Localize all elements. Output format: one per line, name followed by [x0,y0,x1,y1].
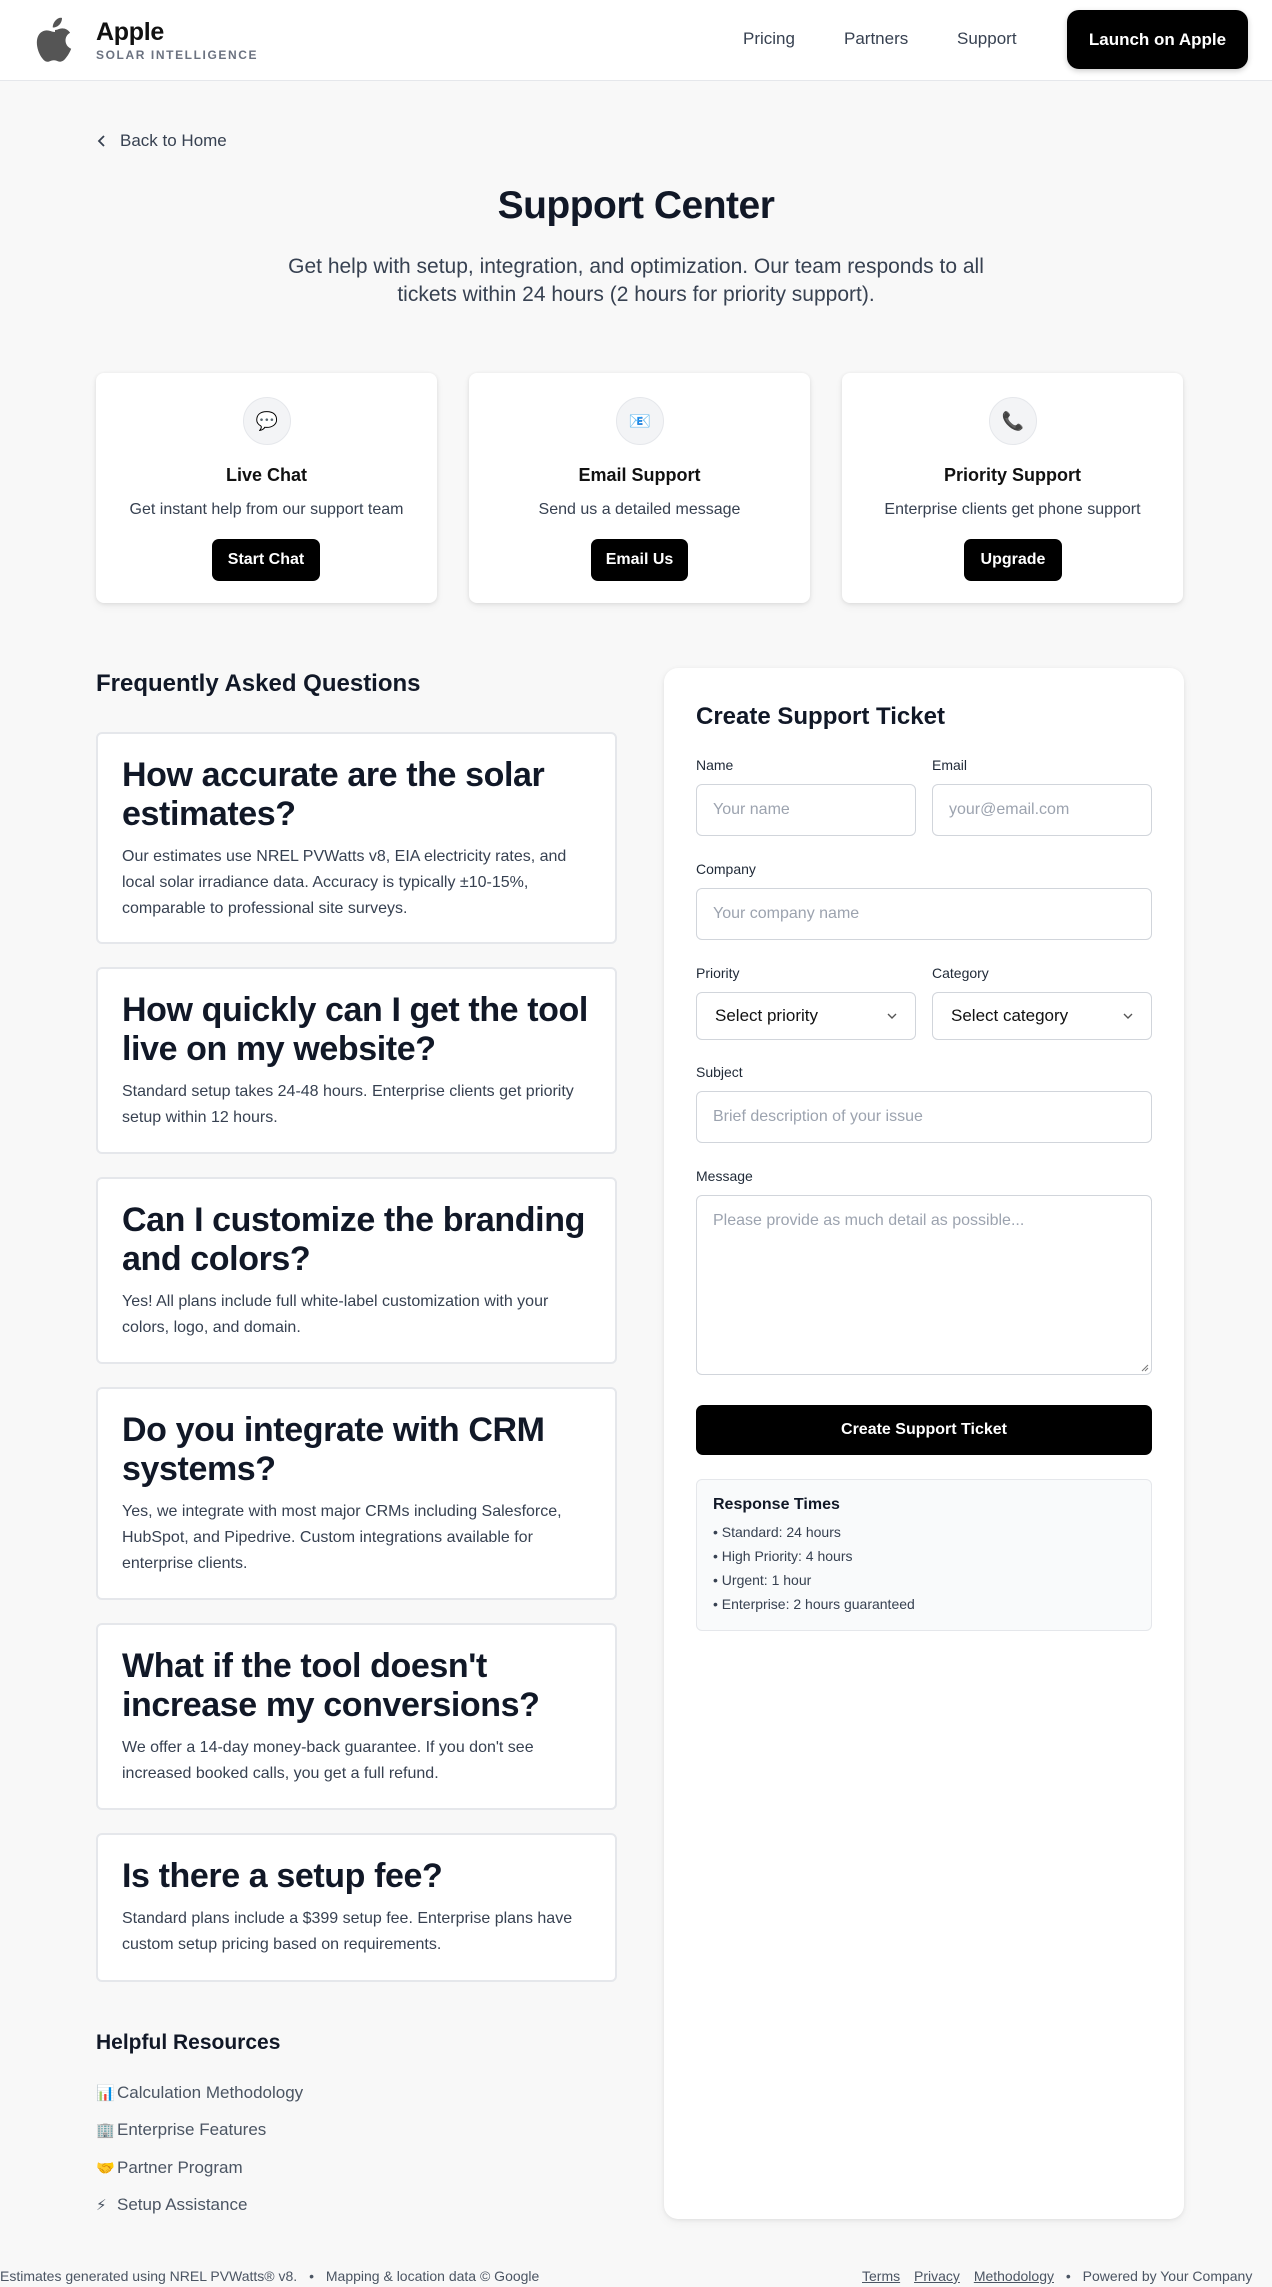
faq-question: Do you integrate with CRM systems? [122,1411,545,1488]
resource-link-methodology[interactable]: 📊 Calculation Methodology [96,2083,303,2103]
upgrade-button[interactable]: Upgrade [964,539,1062,581]
card-title: Live Chat [225,465,308,485]
create-ticket-button[interactable]: Create Support Ticket [696,1405,1152,1455]
resource-label: Enterprise Features [117,2120,267,2139]
brand-tagline: SOLAR INTELLIGENCE [96,48,259,62]
resource-label: Partner Program [117,2158,243,2177]
footer-pvwatts-note: Estimates generated using NREL PVWatts® … [0,2268,298,2284]
response-times-box: Response Times • Standard: 24 hours • Hi… [696,1479,1152,1631]
footer-attribution: Estimates generated using NREL PVWatts® … [0,2268,539,2284]
faq-item: How quickly can I get the tool live on m… [96,967,617,1154]
message-placeholder: Please provide as much detail as possibl… [713,1212,1025,1229]
faq-heading: Frequently Asked Questions [96,670,421,697]
chevron-down-icon [1123,1013,1133,1019]
faq-answer: Standard setup takes 24-48 hours. Enterp… [122,1083,574,1126]
nav-pricing[interactable]: Pricing [743,29,795,49]
company-input[interactable]: Your company name [696,888,1152,940]
resource-label: Calculation Methodology [117,2083,304,2102]
card-title: Priority Support [943,465,1081,485]
faq-answer: Our estimates use NREL PVWatts v8, EIA e… [122,848,567,917]
faq-question: How quickly can I get the tool live on m… [122,991,588,1068]
faq-item: Can I customize the branding and colors?… [96,1177,617,1364]
category-select[interactable]: Select category [932,992,1152,1040]
footer-powered-by: Powered by Your Company [1082,2268,1253,2284]
start-chat-button[interactable]: Start Chat [212,539,320,581]
message-textarea[interactable]: Please provide as much detail as possibl… [696,1195,1152,1375]
response-time-item: • Urgent: 1 hour [713,1572,812,1588]
launch-button[interactable]: Launch on Apple [1067,10,1248,69]
faq-answer: Yes! All plans include full white-label … [122,1293,549,1336]
apple-logo-icon[interactable] [36,16,74,62]
priority-label: Priority [696,965,740,981]
live-chat-card: 💬 Live Chat Get instant help from our su… [96,373,437,603]
back-to-home-link[interactable]: Back to Home [96,131,227,151]
response-time-item: • Standard: 24 hours [713,1524,841,1540]
phone-icon: 📞 [989,397,1037,445]
ticket-form-title: Create Support Ticket [696,703,945,730]
nav-support[interactable]: Support [957,29,1017,49]
card-description: Enterprise clients get phone support [884,501,1141,518]
page-title: Support Center [497,184,775,227]
card-description: Send us a detailed message [538,501,741,518]
nav-partners[interactable]: Partners [844,29,908,49]
faq-question: How accurate are the solar estimates? [122,756,545,833]
faq-answer: We offer a 14-day money-back guarantee. … [122,1739,534,1782]
priority-select[interactable]: Select priority [696,992,916,1040]
page-subtitle: Get help with setup, integration, and op… [288,255,984,306]
handshake-icon: 🤝 [96,2160,115,2177]
resource-link-partner[interactable]: 🤝 Partner Program [96,2158,243,2178]
lightning-icon: ⚡ [96,2197,107,2214]
footer-google-note: Mapping & location data © Google [325,2268,540,2284]
email-support-card: 📧 Email Support Send us a detailed messa… [469,373,810,603]
subject-label: Subject [696,1064,743,1080]
footer-terms-link[interactable]: Terms [862,2268,900,2284]
response-time-item: • Enterprise: 2 hours guaranteed [713,1596,915,1612]
chevron-left-icon [97,135,105,147]
email-us-button[interactable]: Email Us [591,539,688,581]
chevron-down-icon [887,1013,897,1019]
company-label: Company [696,861,756,877]
priority-selected-value: Select priority [715,1006,818,1025]
envelope-icon: 📧 [616,397,664,445]
message-label: Message [696,1168,753,1184]
bar-chart-icon: 📊 [96,2085,115,2102]
footer-separator: • [1065,2268,1071,2284]
card-description: Get instant help from our support team [129,501,404,518]
back-label: Back to Home [120,131,227,150]
faq-item: How accurate are the solar estimates? Ou… [96,732,617,944]
faq-question: Can I customize the branding and colors? [122,1201,585,1278]
faq-item: Do you integrate with CRM systems? Yes, … [96,1387,617,1600]
resource-link-enterprise[interactable]: 🏢 Enterprise Features [96,2120,266,2140]
faq-question: What if the tool doesn't increase my con… [122,1647,540,1724]
faq-item: What if the tool doesn't increase my con… [96,1623,617,1810]
category-label: Category [932,965,989,981]
faq-item: Is there a setup fee? Standard plans inc… [96,1833,617,1982]
footer-separator: • [309,2268,314,2284]
resource-label: Setup Assistance [117,2195,248,2214]
faq-question: Is there a setup fee? [122,1857,443,1895]
top-header: Apple SOLAR INTELLIGENCE Pricing Partner… [0,0,1272,81]
priority-support-card: 📞 Priority Support Enterprise clients ge… [842,373,1183,603]
faq-answer: Standard plans include a $399 setup fee.… [122,1910,573,1953]
chat-bubble-icon: 💬 [243,397,291,445]
resize-handle-icon[interactable] [1139,1362,1149,1372]
name-label: Name [696,757,734,773]
card-title: Email Support [578,465,701,485]
faq-answer: Yes, we integrate with most major CRMs i… [122,1503,562,1572]
resources-heading: Helpful Resources [96,2031,281,2054]
brand-name[interactable]: Apple [96,18,164,47]
office-building-icon: 🏢 [96,2122,115,2139]
email-label: Email [932,757,968,773]
response-times-title: Response Times [713,1496,840,1513]
footer-links: Terms Privacy Methodology • Powered by Y… [862,2268,1272,2284]
support-ticket-form: Create Support Ticket Name Email Your na… [664,668,1184,2219]
footer-methodology-link[interactable]: Methodology [974,2268,1054,2284]
subject-input[interactable]: Brief description of your issue [696,1091,1152,1143]
category-selected-value: Select category [951,1006,1069,1025]
response-time-item: • High Priority: 4 hours [713,1548,853,1564]
resource-link-setup[interactable]: ⚡ Setup Assistance [96,2195,247,2215]
email-input[interactable]: your@email.com [932,784,1152,836]
footer-privacy-link[interactable]: Privacy [914,2268,960,2284]
name-input[interactable]: Your name [696,784,916,836]
